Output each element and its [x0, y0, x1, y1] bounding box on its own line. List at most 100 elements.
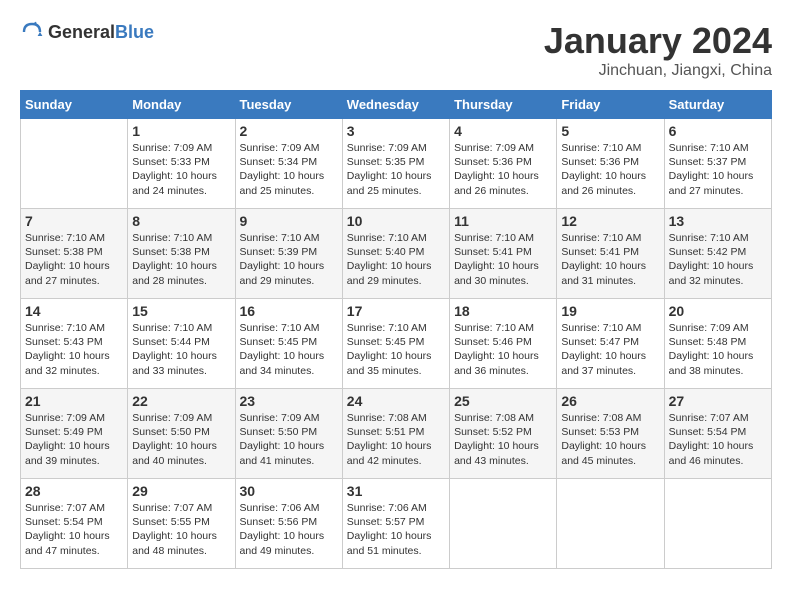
calendar-cell: 17Sunrise: 7:10 AM Sunset: 5:45 PM Dayli… — [342, 299, 449, 389]
calendar-cell: 6 Sunrise: 7:10 AM Sunset: 5:37 PM Daylig… — [664, 119, 771, 209]
calendar-cell: 22Sunrise: 7:09 AM Sunset: 5:50 PM Dayli… — [128, 389, 235, 479]
day-info: Sunrise: 7:09 AM Sunset: 5:50 PM Dayligh… — [240, 411, 338, 468]
month-title: January 2024 — [544, 20, 772, 62]
calendar-cell: 13 Sunrise: 7:10 AM Sunset: 5:42 PM Dayli… — [664, 209, 771, 299]
weekday-header-row: SundayMondayTuesdayWednesdayThursdayFrid… — [21, 91, 772, 119]
calendar-week-4: 21Sunrise: 7:09 AM Sunset: 5:49 PM Dayli… — [21, 389, 772, 479]
calendar-cell: 3 Sunrise: 7:09 AM Sunset: 5:35 PM Daylig… — [342, 119, 449, 209]
day-number: 16 — [240, 303, 338, 319]
calendar-cell: 23 Sunrise: 7:09 AM Sunset: 5:50 PM Dayli… — [235, 389, 342, 479]
calendar-cell: 25 Sunrise: 7:08 AM Sunset: 5:52 PM Dayli… — [450, 389, 557, 479]
day-info: Sunrise: 7:09 AM Sunset: 5:35 PM Dayligh… — [347, 141, 445, 198]
page-header: GeneralBlue January 2024 Jinchuan, Jiang… — [20, 20, 772, 80]
day-info: Sunrise: 7:08 AM Sunset: 5:53 PM Dayligh… — [561, 411, 659, 468]
day-number: 23 — [240, 393, 338, 409]
logo: GeneralBlue — [20, 20, 154, 44]
day-number: 26 — [561, 393, 659, 409]
calendar-cell: 28Sunrise: 7:07 AM Sunset: 5:54 PM Dayli… — [21, 479, 128, 569]
day-number: 25 — [454, 393, 552, 409]
day-number: 20 — [669, 303, 767, 319]
day-number: 27 — [669, 393, 767, 409]
calendar-cell: 30 Sunrise: 7:06 AM Sunset: 5:56 PM Dayli… — [235, 479, 342, 569]
day-info: Sunrise: 7:10 AM Sunset: 5:46 PM Dayligh… — [454, 321, 552, 378]
logo-text-blue: Blue — [115, 22, 154, 42]
calendar-cell: 10 Sunrise: 7:10 AM Sunset: 5:40 PM Dayli… — [342, 209, 449, 299]
calendar-week-5: 28Sunrise: 7:07 AM Sunset: 5:54 PM Dayli… — [21, 479, 772, 569]
weekday-header-thursday: Thursday — [450, 91, 557, 119]
day-info: Sunrise: 7:10 AM Sunset: 5:43 PM Dayligh… — [25, 321, 123, 378]
day-number: 4 — [454, 123, 552, 139]
day-info: Sunrise: 7:10 AM Sunset: 5:37 PM Dayligh… — [669, 141, 767, 198]
calendar-cell: 20 Sunrise: 7:09 AM Sunset: 5:48 PM Dayli… — [664, 299, 771, 389]
day-info: Sunrise: 7:10 AM Sunset: 5:39 PM Dayligh… — [240, 231, 338, 288]
calendar-cell: 26 Sunrise: 7:08 AM Sunset: 5:53 PM Dayli… — [557, 389, 664, 479]
day-info: Sunrise: 7:10 AM Sunset: 5:41 PM Dayligh… — [561, 231, 659, 288]
day-number: 1 — [132, 123, 230, 139]
calendar-cell — [21, 119, 128, 209]
day-info: Sunrise: 7:10 AM Sunset: 5:40 PM Dayligh… — [347, 231, 445, 288]
calendar-week-2: 7 Sunrise: 7:10 AM Sunset: 5:38 PM Daylig… — [21, 209, 772, 299]
calendar-cell: 18 Sunrise: 7:10 AM Sunset: 5:46 PM Dayli… — [450, 299, 557, 389]
calendar-table: SundayMondayTuesdayWednesdayThursdayFrid… — [20, 90, 772, 569]
day-number: 6 — [669, 123, 767, 139]
calendar-cell: 4Sunrise: 7:09 AM Sunset: 5:36 PM Daylig… — [450, 119, 557, 209]
weekday-header-friday: Friday — [557, 91, 664, 119]
day-number: 15 — [132, 303, 230, 319]
day-info: Sunrise: 7:10 AM Sunset: 5:47 PM Dayligh… — [561, 321, 659, 378]
calendar-cell: 24Sunrise: 7:08 AM Sunset: 5:51 PM Dayli… — [342, 389, 449, 479]
day-number: 5 — [561, 123, 659, 139]
logo-icon — [20, 20, 44, 44]
day-number: 17 — [347, 303, 445, 319]
calendar-cell: 19 Sunrise: 7:10 AM Sunset: 5:47 PM Dayli… — [557, 299, 664, 389]
weekday-header-sunday: Sunday — [21, 91, 128, 119]
calendar-cell: 14 Sunrise: 7:10 AM Sunset: 5:43 PM Dayli… — [21, 299, 128, 389]
day-number: 13 — [669, 213, 767, 229]
calendar-cell: 7Sunrise: 7:10 AM Sunset: 5:38 PM Daylig… — [21, 209, 128, 299]
day-info: Sunrise: 7:06 AM Sunset: 5:56 PM Dayligh… — [240, 501, 338, 558]
day-number: 22 — [132, 393, 230, 409]
calendar-cell: 1 Sunrise: 7:09 AM Sunset: 5:33 PM Daylig… — [128, 119, 235, 209]
calendar-cell: 31 Sunrise: 7:06 AM Sunset: 5:57 PM Dayli… — [342, 479, 449, 569]
day-number: 24 — [347, 393, 445, 409]
day-number: 10 — [347, 213, 445, 229]
calendar-cell: 5 Sunrise: 7:10 AM Sunset: 5:36 PM Daylig… — [557, 119, 664, 209]
day-info: Sunrise: 7:06 AM Sunset: 5:57 PM Dayligh… — [347, 501, 445, 558]
logo-text-general: General — [48, 22, 115, 42]
day-number: 3 — [347, 123, 445, 139]
calendar-cell: 27Sunrise: 7:07 AM Sunset: 5:54 PM Dayli… — [664, 389, 771, 479]
calendar-cell: 12 Sunrise: 7:10 AM Sunset: 5:41 PM Dayli… — [557, 209, 664, 299]
day-info: Sunrise: 7:08 AM Sunset: 5:52 PM Dayligh… — [454, 411, 552, 468]
day-number: 28 — [25, 483, 123, 499]
calendar-week-1: 1 Sunrise: 7:09 AM Sunset: 5:33 PM Daylig… — [21, 119, 772, 209]
calendar-cell: 16 Sunrise: 7:10 AM Sunset: 5:45 PM Dayli… — [235, 299, 342, 389]
day-number: 31 — [347, 483, 445, 499]
day-number: 8 — [132, 213, 230, 229]
day-info: Sunrise: 7:10 AM Sunset: 5:41 PM Dayligh… — [454, 231, 552, 288]
calendar-cell: 8 Sunrise: 7:10 AM Sunset: 5:38 PM Daylig… — [128, 209, 235, 299]
day-number: 21 — [25, 393, 123, 409]
day-number: 12 — [561, 213, 659, 229]
calendar-cell — [557, 479, 664, 569]
day-info: Sunrise: 7:09 AM Sunset: 5:33 PM Dayligh… — [132, 141, 230, 198]
weekday-header-tuesday: Tuesday — [235, 91, 342, 119]
day-info: Sunrise: 7:09 AM Sunset: 5:34 PM Dayligh… — [240, 141, 338, 198]
day-number: 14 — [25, 303, 123, 319]
day-info: Sunrise: 7:07 AM Sunset: 5:55 PM Dayligh… — [132, 501, 230, 558]
day-info: Sunrise: 7:10 AM Sunset: 5:44 PM Dayligh… — [132, 321, 230, 378]
day-info: Sunrise: 7:10 AM Sunset: 5:38 PM Dayligh… — [132, 231, 230, 288]
location: Jinchuan, Jiangxi, China — [544, 62, 772, 80]
day-number: 2 — [240, 123, 338, 139]
day-info: Sunrise: 7:10 AM Sunset: 5:36 PM Dayligh… — [561, 141, 659, 198]
day-number: 7 — [25, 213, 123, 229]
day-number: 18 — [454, 303, 552, 319]
calendar-cell — [664, 479, 771, 569]
day-info: Sunrise: 7:09 AM Sunset: 5:48 PM Dayligh… — [669, 321, 767, 378]
day-number: 29 — [132, 483, 230, 499]
calendar-week-3: 14 Sunrise: 7:10 AM Sunset: 5:43 PM Dayli… — [21, 299, 772, 389]
day-number: 30 — [240, 483, 338, 499]
day-info: Sunrise: 7:10 AM Sunset: 5:45 PM Dayligh… — [240, 321, 338, 378]
day-info: Sunrise: 7:10 AM Sunset: 5:42 PM Dayligh… — [669, 231, 767, 288]
weekday-header-monday: Monday — [128, 91, 235, 119]
calendar-cell: 11Sunrise: 7:10 AM Sunset: 5:41 PM Dayli… — [450, 209, 557, 299]
day-number: 19 — [561, 303, 659, 319]
